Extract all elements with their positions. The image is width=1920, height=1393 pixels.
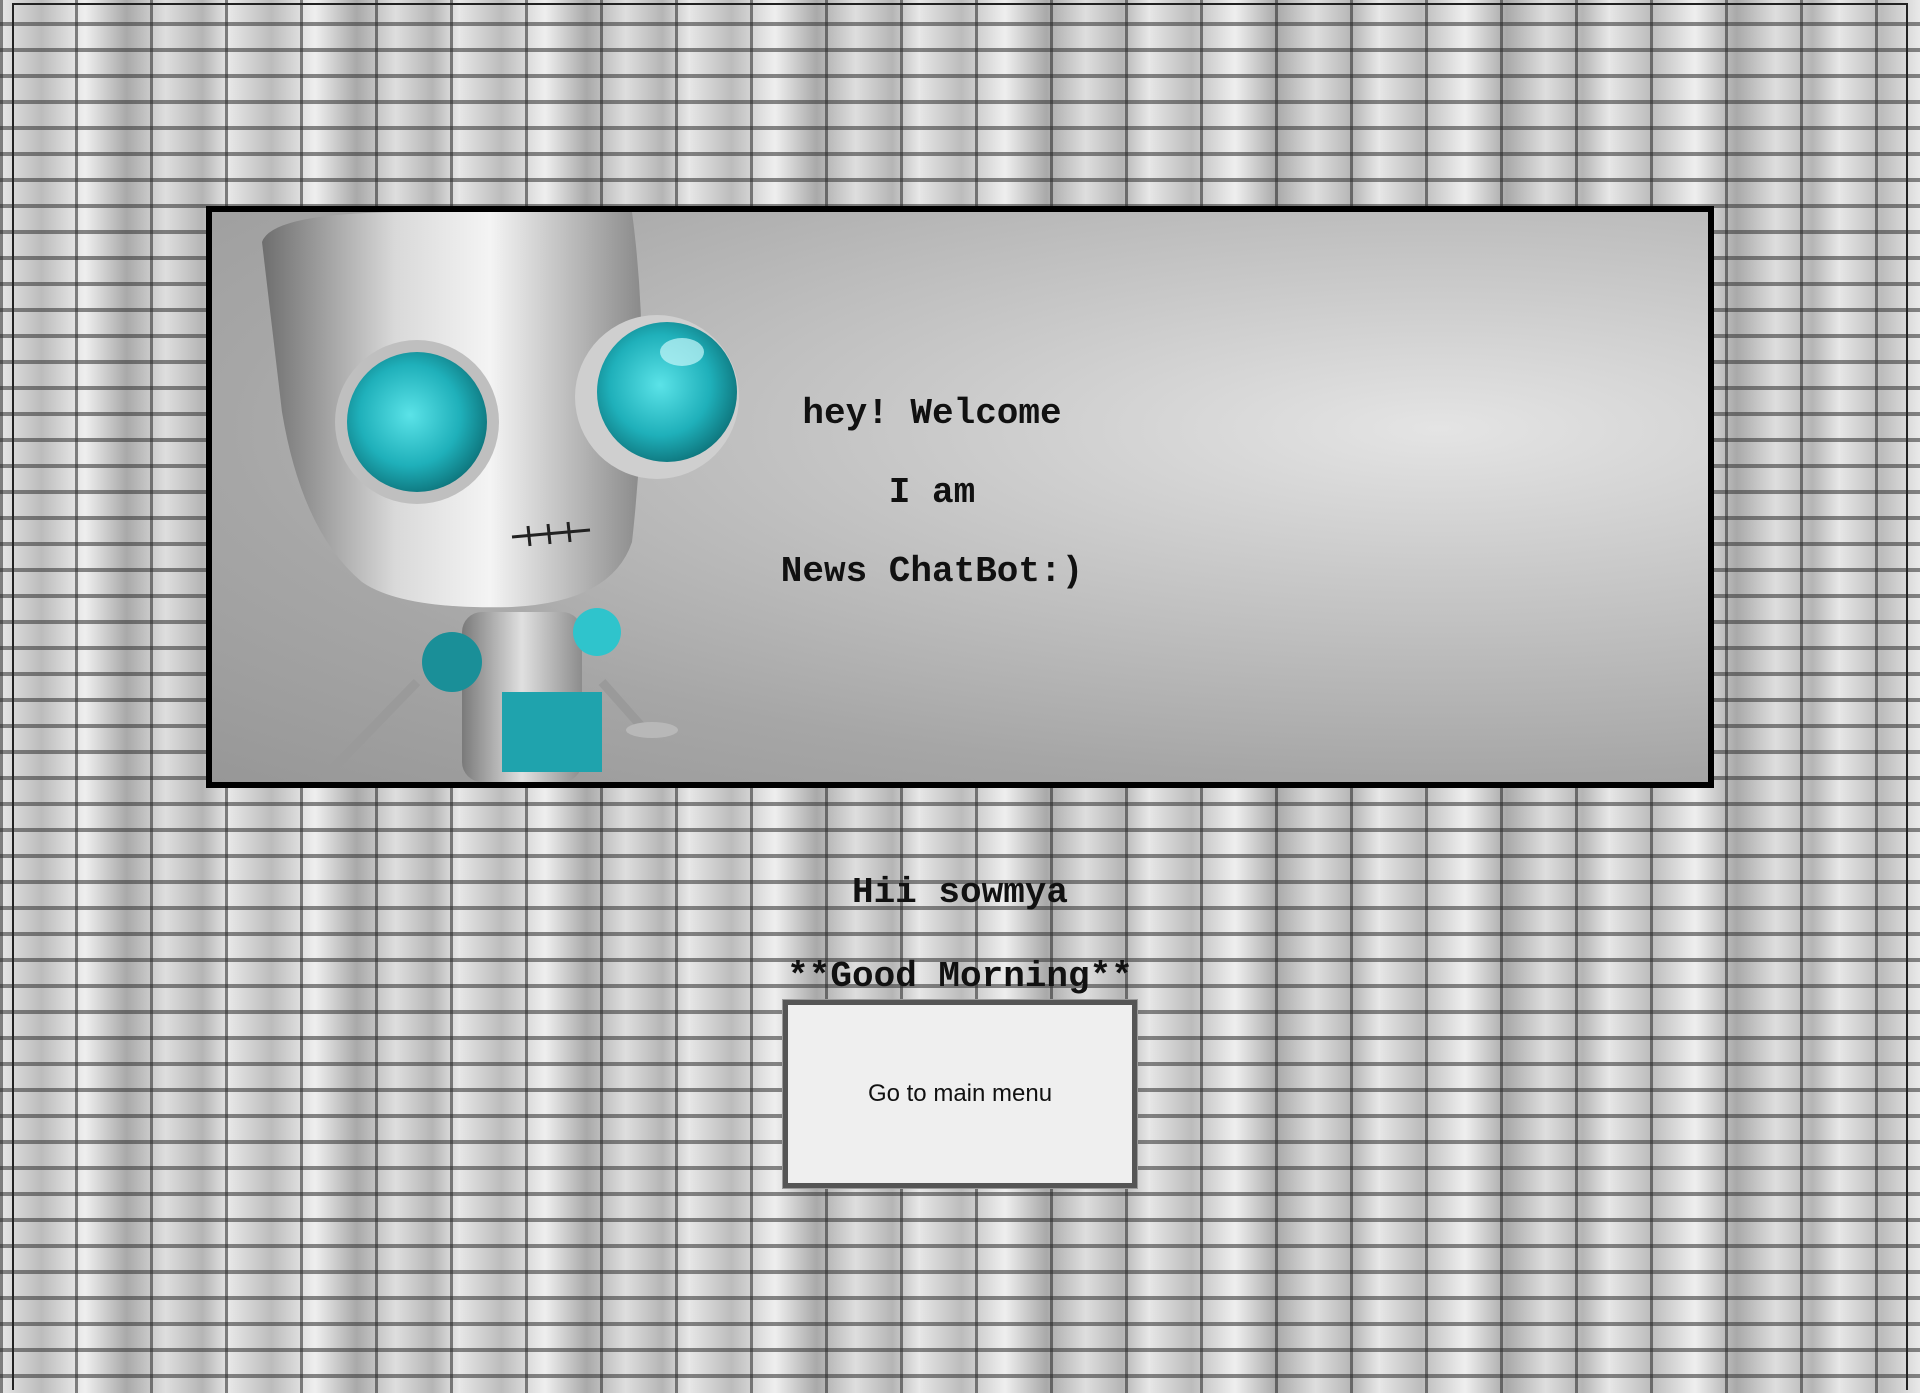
robot-icon <box>212 212 752 782</box>
welcome-banner: hey! Welcome I am News ChatBot:) <box>206 206 1714 788</box>
welcome-line-3: News ChatBot:) <box>780 551 1084 592</box>
main-menu-button[interactable]: Go to main menu <box>782 999 1138 1189</box>
welcome-line-2: I am <box>888 472 976 513</box>
welcome-line-1: hey! Welcome <box>802 393 1062 434</box>
time-greeting: **Good Morning** <box>787 956 1133 997</box>
welcome-message: hey! Welcome I am News ChatBot:) <box>692 394 1172 631</box>
user-greeting: Hii sowmya <box>851 872 1069 913</box>
